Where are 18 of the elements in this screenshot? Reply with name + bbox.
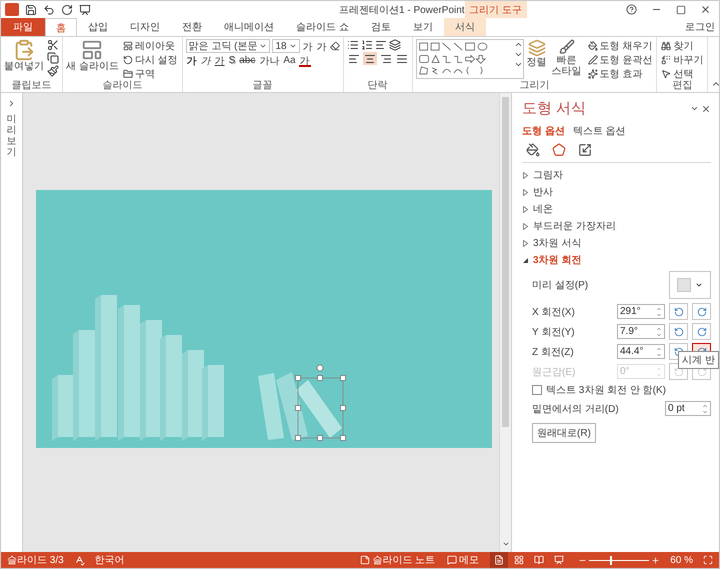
- field-label: Z 회전(Z): [532, 346, 575, 358]
- context-tab-header: 그리기 도구: [464, 1, 527, 18]
- checkbox-label: 텍스트 3차원 회전 안 함(K): [546, 384, 666, 397]
- field-label: 밑면에서의 거리(D): [532, 402, 620, 416]
- group-label: 편집: [671, 80, 694, 92]
- slide-counter: 슬라이드 3/3: [7, 554, 64, 567]
- group-label: 글꼴: [252, 80, 274, 92]
- group-label: 슬라이드: [101, 80, 144, 92]
- group-label: 그리기: [518, 80, 550, 92]
- field-label: X 회전(X): [532, 306, 576, 318]
- group-label: 단락: [366, 80, 389, 92]
- tooltip: 시계 반: [678, 351, 719, 369]
- window-title: 프레젠테이션1 - PowerPoint: [339, 4, 465, 16]
- field-label: Y 회전(Y): [532, 326, 576, 338]
- field-label: 원근감(E): [532, 366, 576, 378]
- group-label: 클립보드: [10, 80, 52, 92]
- field-label: 미리 설정(P): [532, 279, 590, 292]
- pane-title: 도형 서식: [522, 99, 586, 118]
